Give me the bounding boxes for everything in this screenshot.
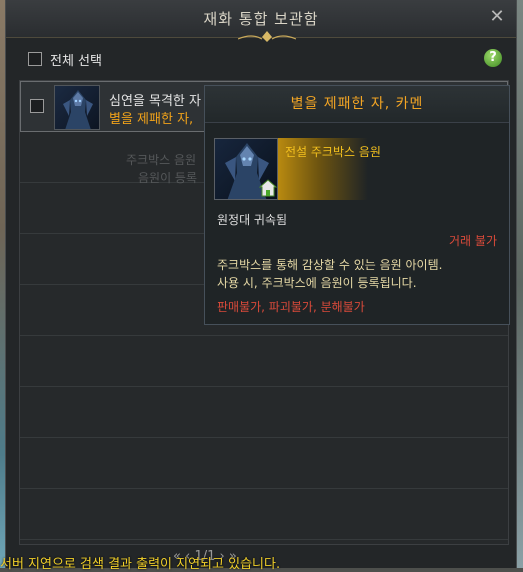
- kamen-portrait-icon: [63, 90, 93, 129]
- item-restrictions: 판매불가, 파괴불가, 분해불가: [217, 300, 365, 314]
- select-all-toggle[interactable]: 전체 선택: [28, 50, 102, 69]
- close-icon[interactable]: ✕: [488, 8, 506, 26]
- window-title: 재화 통합 보관함: [203, 10, 319, 28]
- house-icon: [259, 179, 277, 197]
- help-button[interactable]: ?: [484, 49, 502, 67]
- title-bar[interactable]: 재화 통합 보관함 ✕: [6, 0, 516, 42]
- item-tooltip: 별을 제패한 자, 카멘 전설 주크박스 음원 원정대 귀속됨 거래 불가 주크…: [204, 85, 510, 325]
- item-name-line2: 별을 제패한 자,: [109, 112, 194, 127]
- tooltip-item-icon: [214, 138, 278, 200]
- trade-status: 거래 불가: [449, 234, 497, 248]
- tooltip-title: 별을 제패한 자, 카멘: [205, 86, 509, 123]
- item-thumbnail: [54, 85, 100, 130]
- ghost-text: 주크박스 음원: [126, 153, 197, 167]
- item-description-line1: 주크박스를 통해 감상할 수 있는 음원 아이템.: [217, 258, 443, 272]
- bound-status: 원정대 귀속됨: [217, 213, 288, 227]
- item-grade: 전설 주크박스 음원: [285, 145, 381, 159]
- server-delay-message: 서버 지연으로 검색 결과 출력이 지연되고 있습니다.: [0, 557, 281, 572]
- list-row-empty: [20, 438, 508, 489]
- list-row-empty: [20, 489, 508, 540]
- ghost-text: 음원이 등록: [138, 171, 198, 185]
- list-row-empty: [20, 387, 508, 438]
- list-row-empty: [20, 336, 508, 387]
- item-description-line2: 사용 시, 주크박스에 음원이 등록됩니다.: [217, 276, 417, 290]
- title-ornament-icon: [238, 31, 296, 42]
- item-name-line1: 심연을 목격한 자: [109, 94, 201, 109]
- item-checkbox[interactable]: [30, 99, 44, 113]
- select-all-checkbox[interactable]: [28, 52, 42, 66]
- select-all-label: 전체 선택: [50, 53, 102, 69]
